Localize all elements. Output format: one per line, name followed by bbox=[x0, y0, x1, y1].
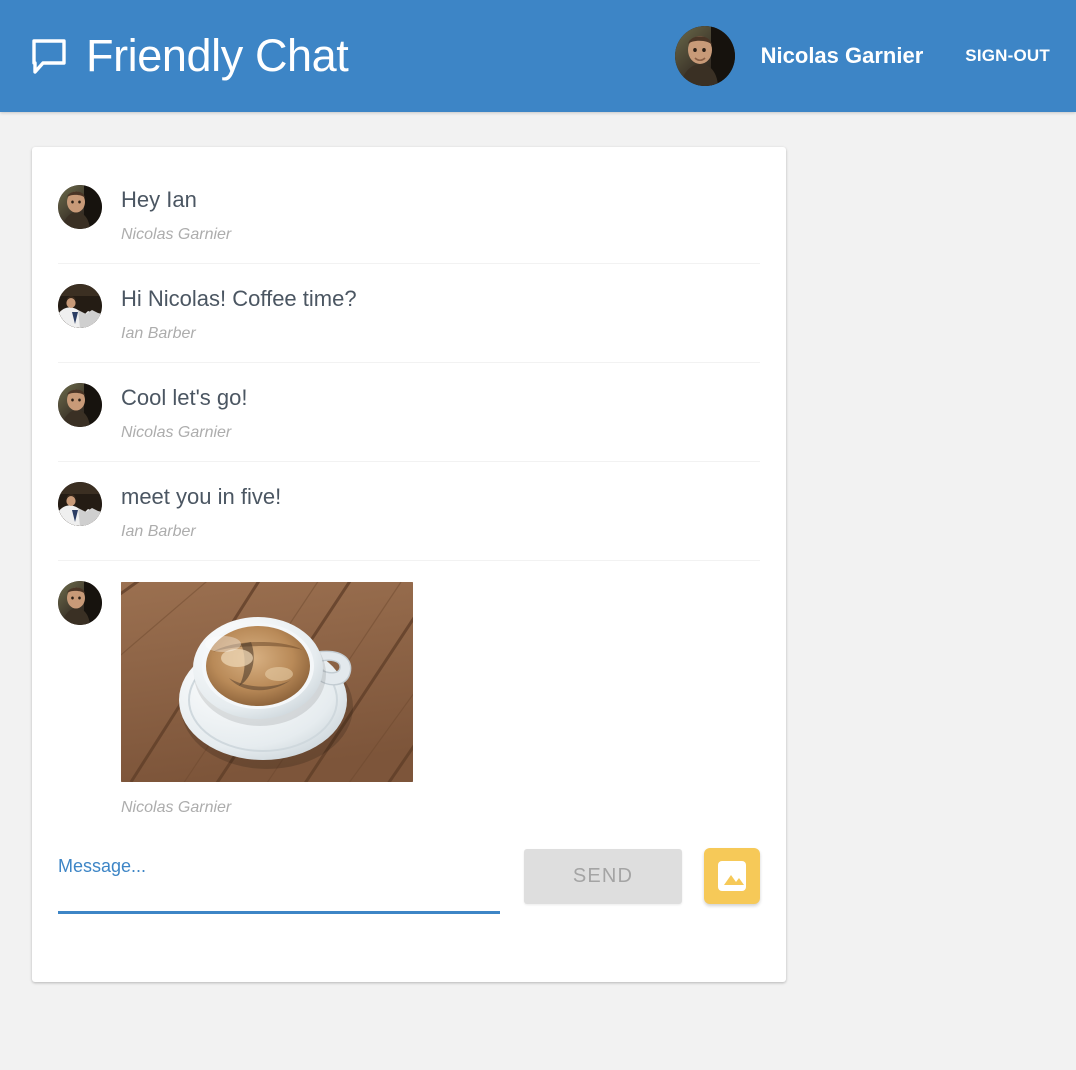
page-title: Friendly Chat bbox=[86, 30, 349, 81]
message-body: Hey Ian Nicolas Garnier bbox=[121, 185, 760, 245]
page-body: Hey Ian Nicolas Garnier Hi Nicolas! Coff… bbox=[0, 112, 1076, 982]
message-field: Message... bbox=[58, 842, 500, 916]
message-item: meet you in five! Ian Barber bbox=[58, 462, 760, 561]
message-author: Nicolas Garnier bbox=[121, 799, 232, 816]
message-author: Ian Barber bbox=[121, 325, 196, 342]
message-avatar bbox=[58, 185, 102, 229]
chat-bubble-icon bbox=[30, 37, 68, 75]
brand: Friendly Chat bbox=[30, 3, 349, 109]
chat-card: Hey Ian Nicolas Garnier Hi Nicolas! Coff… bbox=[32, 147, 786, 982]
message-composer: Message... SEND bbox=[58, 834, 760, 982]
message-body: Cool let's go! Nicolas Garnier bbox=[121, 383, 760, 443]
send-button[interactable]: SEND bbox=[524, 849, 682, 904]
message-text: Hi Nicolas! Coffee time? bbox=[121, 286, 357, 311]
message-item: Cool let's go! Nicolas Garnier bbox=[58, 363, 760, 462]
message-item: Hey Ian Nicolas Garnier bbox=[58, 173, 760, 264]
message-body: meet you in five! Ian Barber bbox=[121, 482, 760, 542]
message-item: Nicolas Garnier bbox=[58, 561, 760, 834]
message-avatar bbox=[58, 284, 102, 328]
message-body: Hi Nicolas! Coffee time? Ian Barber bbox=[121, 284, 760, 344]
message-body: Nicolas Garnier bbox=[121, 581, 760, 818]
image-icon bbox=[715, 859, 749, 893]
message-input-label: Message... bbox=[58, 856, 147, 876]
message-text: meet you in five! bbox=[121, 484, 282, 509]
avatar bbox=[674, 26, 735, 86]
message-author: Ian Barber bbox=[121, 523, 196, 540]
message-text: Hey Ian bbox=[121, 187, 197, 212]
user-name: Nicolas Garnier bbox=[760, 43, 924, 68]
image-upload-button[interactable] bbox=[704, 848, 760, 904]
user-block: Nicolas Garnier SIGN-OUT bbox=[674, 26, 1050, 86]
message-input[interactable] bbox=[58, 880, 500, 914]
message-list: Hey Ian Nicolas Garnier Hi Nicolas! Coff… bbox=[58, 173, 760, 834]
message-avatar bbox=[58, 482, 102, 526]
message-author: Nicolas Garnier bbox=[121, 424, 232, 441]
message-text: Cool let's go! bbox=[121, 385, 248, 410]
app-header: Friendly Chat Nicolas Garnier SIGN-OUT bbox=[0, 0, 1076, 112]
message-avatar bbox=[58, 581, 102, 625]
sign-out-button[interactable]: SIGN-OUT bbox=[965, 46, 1050, 66]
message-author: Nicolas Garnier bbox=[121, 226, 232, 243]
message-avatar bbox=[58, 383, 102, 427]
message-image[interactable] bbox=[121, 582, 413, 782]
message-item: Hi Nicolas! Coffee time? Ian Barber bbox=[58, 264, 760, 363]
